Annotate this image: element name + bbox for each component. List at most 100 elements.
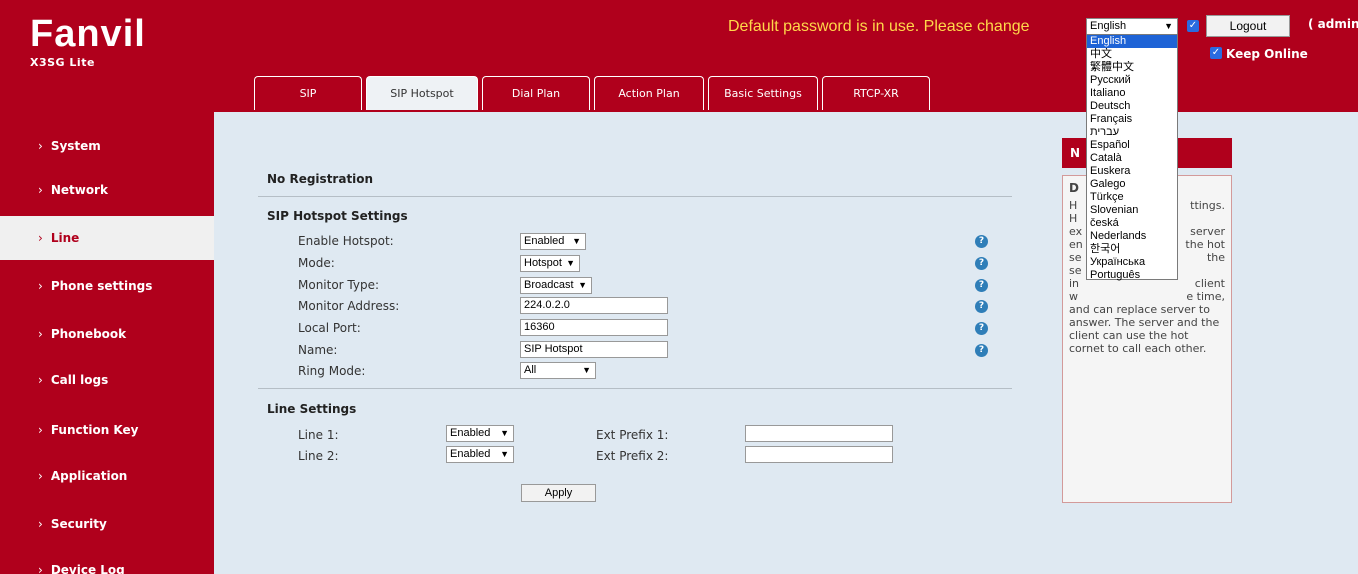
registration-status: No Registration (267, 172, 374, 186)
enable-hotspot-select[interactable]: Enabled ▼ (520, 233, 586, 250)
chevron-right-icon: › (38, 373, 43, 387)
chevron-down-icon: ▼ (500, 428, 509, 438)
sidebar-item-network[interactable]: › Network (0, 168, 214, 212)
select-value: Broadcast (524, 279, 574, 291)
chevron-down-icon: ▼ (578, 280, 587, 290)
language-option[interactable]: Português (1087, 269, 1177, 282)
tab-sip-hotspot[interactable]: SIP Hotspot (366, 76, 478, 110)
select-value: All (524, 364, 537, 376)
help-icon[interactable]: ? (975, 300, 988, 313)
ext-prefix-2-input[interactable] (745, 446, 893, 463)
sidebar-item-line[interactable]: › Line (0, 216, 214, 260)
select-value: Enabled (524, 235, 565, 247)
chevron-right-icon: › (38, 183, 43, 197)
line-1-label: Line 1: (298, 428, 339, 442)
note-line-left: se (1069, 264, 1082, 277)
local-port-label: Local Port: (298, 321, 361, 335)
language-option[interactable]: 中文 (1087, 48, 1177, 61)
select-value: Hotspot (524, 257, 562, 269)
sidebar-item-system[interactable]: › System (0, 124, 214, 168)
apply-button[interactable]: Apply (521, 484, 596, 502)
help-icon[interactable]: ? (975, 322, 988, 335)
language-option[interactable]: Español (1087, 139, 1177, 152)
ext-prefix-1-input[interactable] (745, 425, 893, 442)
enable-hotspot-label: Enable Hotspot: (298, 234, 394, 248)
language-option[interactable]: Italiano (1087, 87, 1177, 100)
ext-prefix-1-label: Ext Prefix 1: (596, 428, 669, 442)
language-option[interactable]: Nederlands (1087, 230, 1177, 243)
tab-basic-settings[interactable]: Basic Settings (708, 76, 818, 110)
help-icon[interactable]: ? (975, 257, 988, 270)
ring-mode-select[interactable]: All ▼ (520, 362, 596, 379)
logout-button[interactable]: Logout (1206, 15, 1290, 37)
chevron-right-icon: › (38, 279, 43, 293)
keep-online-checkbox[interactable]: ✓ (1210, 47, 1222, 59)
sidebar-item-phonebook[interactable]: › Phonebook (0, 312, 214, 356)
language-option[interactable]: 繁體中文 (1087, 61, 1177, 74)
tab-action-plan[interactable]: Action Plan (594, 76, 704, 110)
brand-name: Fanvil (30, 13, 146, 55)
language-option[interactable]: Català (1087, 152, 1177, 165)
note-line-left: ex (1069, 225, 1083, 238)
monitor-type-select[interactable]: Broadcast ▼ (520, 277, 592, 294)
sidebar-item-security[interactable]: › Security (0, 502, 214, 546)
chevron-down-icon: ▼ (582, 365, 591, 375)
sidebar-item-label: Line (50, 231, 80, 245)
sidebar-item-phone-settings[interactable]: › Phone settings (0, 264, 214, 308)
note-line-left: H (1069, 212, 1078, 225)
ring-mode-label: Ring Mode: (298, 364, 366, 378)
note-line-right: server (1190, 225, 1225, 238)
note-line-left: H (1069, 199, 1078, 212)
language-selected-value: English (1090, 20, 1127, 32)
chevron-right-icon: › (38, 231, 43, 245)
language-option[interactable]: Deutsch (1087, 100, 1177, 113)
sidebar-item-label: Phone settings (50, 279, 153, 293)
help-icon[interactable]: ? (975, 235, 988, 248)
chevron-down-icon: ▼ (566, 258, 575, 268)
language-option[interactable]: 한국어 (1087, 243, 1177, 256)
divider (258, 388, 1012, 389)
language-apply-checkbox[interactable]: ✓ (1187, 20, 1199, 32)
language-option[interactable]: česká (1087, 217, 1177, 230)
chevron-right-icon: › (38, 563, 43, 574)
note-line-right: client (1194, 277, 1225, 290)
language-option[interactable]: עברית (1087, 126, 1177, 139)
note-line-left: se (1069, 251, 1082, 264)
monitor-type-label: Monitor Type: (298, 278, 380, 292)
tab-dial-plan[interactable]: Dial Plan (482, 76, 590, 110)
tab-sip[interactable]: SIP (254, 76, 362, 110)
chevron-right-icon: › (38, 423, 43, 437)
monitor-address-input[interactable]: 224.0.2.0 (520, 297, 668, 314)
language-option[interactable]: Українська (1087, 256, 1177, 269)
language-option[interactable]: Galego (1087, 178, 1177, 191)
line-2-select[interactable]: Enabled ▼ (446, 446, 514, 463)
language-option[interactable]: English (1087, 35, 1177, 48)
mode-label: Mode: (298, 256, 335, 270)
ext-prefix-2-label: Ext Prefix 2: (596, 449, 669, 463)
sidebar-item-call-logs[interactable]: › Call logs (0, 358, 214, 402)
language-option[interactable]: Français (1087, 113, 1177, 126)
line-1-select[interactable]: Enabled ▼ (446, 425, 514, 442)
sidebar-item-label: Call logs (50, 373, 109, 387)
note-line-left: w (1069, 290, 1078, 303)
sidebar-item-device-log[interactable]: › Device Log (0, 548, 214, 574)
language-dropdown-list[interactable]: English 中文 繁體中文 Русский Italiano Deutsch… (1086, 34, 1178, 282)
sidebar-item-function-key[interactable]: › Function Key (0, 408, 214, 452)
divider (258, 196, 1012, 197)
language-option[interactable]: Slovenian (1087, 204, 1177, 217)
keep-online-label: Keep Online (1226, 47, 1308, 61)
fanvil-logo: Fanvil X3SG Lite (30, 14, 146, 69)
language-option[interactable]: Русский (1087, 74, 1177, 87)
local-port-input[interactable]: 16360 (520, 319, 668, 336)
language-select[interactable]: English ▼ (1086, 18, 1178, 35)
name-input[interactable]: SIP Hotspot (520, 341, 668, 358)
language-option[interactable]: Türkçe (1087, 191, 1177, 204)
line-2-label: Line 2: (298, 449, 339, 463)
sidebar-item-label: Security (50, 517, 107, 531)
language-option[interactable]: Euskera (1087, 165, 1177, 178)
help-icon[interactable]: ? (975, 279, 988, 292)
sidebar-item-application[interactable]: › Application (0, 454, 214, 498)
help-icon[interactable]: ? (975, 344, 988, 357)
mode-select[interactable]: Hotspot ▼ (520, 255, 580, 272)
tab-rtcp-xr[interactable]: RTCP-XR (822, 76, 930, 110)
